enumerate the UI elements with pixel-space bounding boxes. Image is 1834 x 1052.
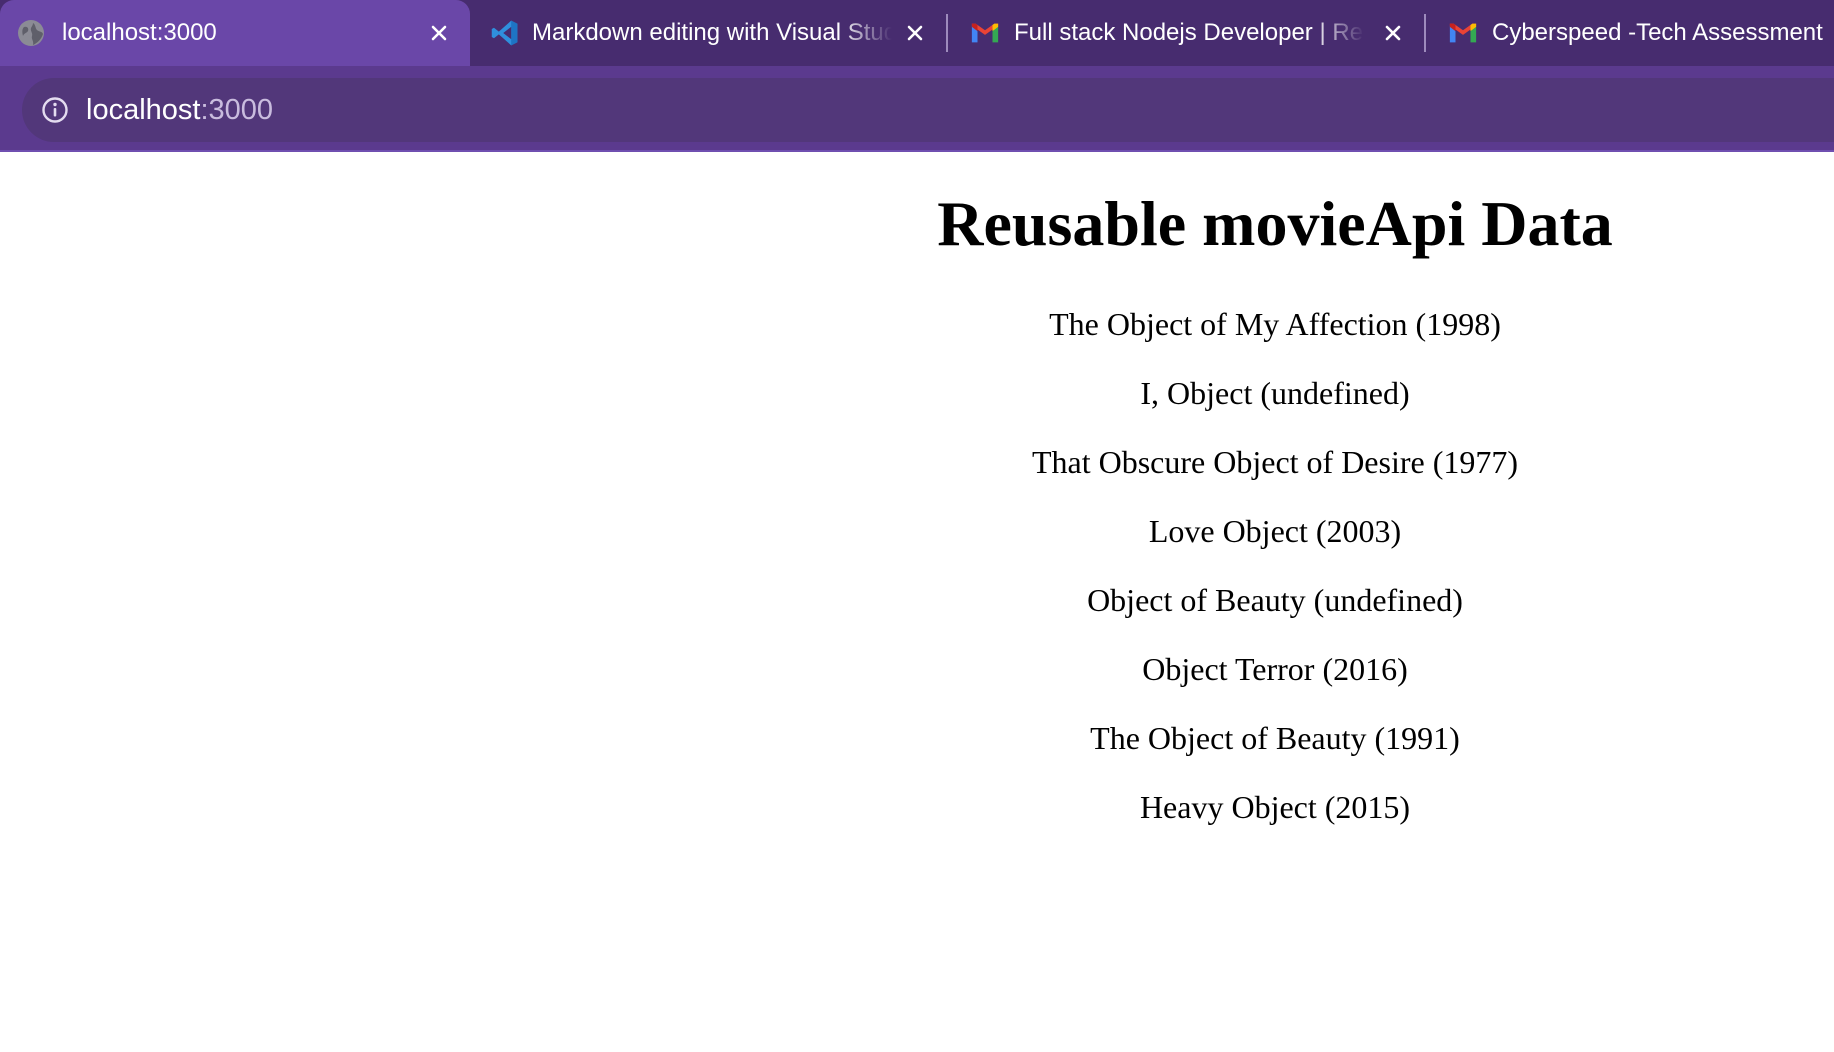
tab-title: Markdown editing with Visual Studio Code bbox=[532, 19, 892, 46]
close-tab-button[interactable] bbox=[902, 20, 928, 46]
close-icon bbox=[1385, 25, 1401, 41]
page-content: Reusable movieApi Data The Object of My … bbox=[0, 152, 1834, 1052]
movie-item: Object Terror (2016) bbox=[1142, 651, 1408, 687]
movie-list: The Object of My Affection (1998) I, Obj… bbox=[775, 308, 1775, 860]
tab-strip: localhost:3000 Markdown editing with Vis… bbox=[0, 0, 1834, 66]
tab-gmail-cyberspeed[interactable]: Cyberspeed -Tech Assessment bbox=[1426, 0, 1834, 66]
movie-item: Love Object (2003) bbox=[1148, 513, 1402, 549]
tab-vscode-markdown[interactable]: Markdown editing with Visual Studio Code bbox=[470, 0, 946, 66]
movie-item: Object of Beauty (undefined) bbox=[1087, 582, 1463, 618]
close-icon bbox=[907, 25, 923, 41]
browser-chrome: localhost:3000 Markdown editing with Vis… bbox=[0, 0, 1834, 152]
tab-title: Cyberspeed -Tech Assessment bbox=[1492, 19, 1823, 46]
vscode-icon bbox=[490, 18, 520, 48]
globe-icon bbox=[16, 18, 46, 48]
info-icon[interactable] bbox=[40, 95, 70, 125]
tab-title: localhost:3000 bbox=[62, 19, 217, 46]
movie-item: The Object of My Affection (1998) bbox=[1049, 306, 1501, 342]
gmail-icon bbox=[1448, 18, 1478, 48]
movie-item: That Obscure Object of Desire (1977) bbox=[1031, 444, 1519, 480]
url-port: :3000 bbox=[200, 93, 274, 126]
page-title: Reusable movieApi Data bbox=[937, 188, 1613, 259]
address-bar[interactable]: localhost:3000 bbox=[22, 78, 1834, 142]
movie-item: Heavy Object (2015) bbox=[1139, 789, 1411, 825]
url-text[interactable]: localhost:3000 bbox=[86, 94, 273, 127]
close-tab-button[interactable] bbox=[1380, 20, 1406, 46]
gmail-icon bbox=[970, 18, 1000, 48]
close-icon bbox=[431, 25, 447, 41]
tab-gmail-nodejs[interactable]: Full stack Nodejs Developer | Remote bbox=[948, 0, 1424, 66]
tab-title: Full stack Nodejs Developer | Remote bbox=[1014, 19, 1364, 46]
movie-item: The Object of Beauty (1991) bbox=[1090, 720, 1460, 756]
movie-item: I, Object (undefined) bbox=[1140, 375, 1410, 411]
url-host: localhost bbox=[86, 93, 201, 126]
close-tab-button[interactable] bbox=[426, 20, 452, 46]
tab-localhost[interactable]: localhost:3000 bbox=[0, 0, 470, 66]
